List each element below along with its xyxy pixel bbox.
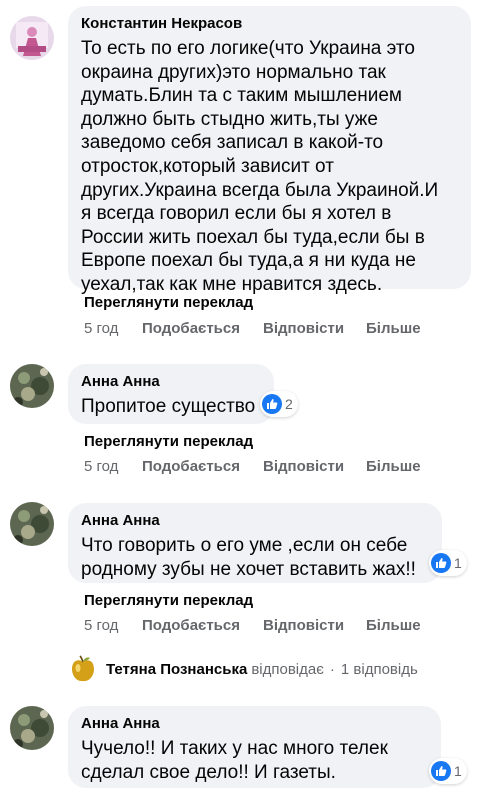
timestamp[interactable]: 5 год: [84, 617, 142, 634]
reaction-badge[interactable]: 1: [429, 758, 467, 784]
comment-line: Что говорить о его уме ,если он себе: [81, 535, 408, 556]
like-button[interactable]: Подобається: [142, 617, 263, 634]
replier-name[interactable]: Тетяна Познанська: [106, 661, 247, 678]
comment-author[interactable]: Анна Анна: [81, 715, 428, 733]
comment-line: думать.Блин та с таким мышлением: [81, 85, 402, 107]
replier-avatar: [68, 654, 98, 684]
reaction-badge[interactable]: 1: [429, 550, 467, 576]
comment-author[interactable]: Анна Анна: [81, 512, 429, 530]
reaction-badge[interactable]: 2: [260, 391, 298, 417]
more-button[interactable]: Більше: [366, 320, 421, 337]
avatar[interactable]: [10, 16, 54, 60]
comment-line: родному зубы не хочет вставить жах!!: [81, 558, 416, 580]
comment-line: Чучело!! И таких у нас много телек: [81, 738, 388, 759]
comment-text: Что говорить о его уме ,если он себе род…: [81, 534, 429, 581]
comment-actions: 5 год Подобається Відповісти Більше: [84, 617, 421, 634]
comment-author[interactable]: Анна Анна: [81, 373, 261, 391]
more-button[interactable]: Більше: [366, 617, 421, 634]
comment-line: России жить поехал бы туда,если бы в: [81, 226, 425, 248]
like-icon: [262, 394, 282, 414]
comment-line: уехал,так как мне нравится здесь.: [81, 273, 383, 295]
comment-actions: 5 год Подобається Відповісти Більше: [84, 320, 421, 337]
avatar[interactable]: [10, 706, 54, 750]
timestamp[interactable]: 5 год: [84, 458, 142, 475]
comment-bubble: Константин Некрасов То есть по его логик…: [68, 6, 471, 295]
comment-text: То есть по его логике(что Украина это ок…: [81, 37, 458, 297]
like-icon: [431, 761, 451, 781]
see-translation-link[interactable]: Переглянути переклад: [84, 592, 253, 609]
comment-line: должно быть стыдно жить,ты уже: [81, 108, 378, 130]
comment-author[interactable]: Константин Некрасов: [81, 15, 458, 33]
like-button[interactable]: Подобається: [142, 458, 263, 475]
comment-line: отросток,который зависит от: [81, 155, 334, 177]
like-button[interactable]: Подобається: [142, 320, 263, 337]
comment-line: сделал свое дело!! И газеты.: [81, 761, 336, 783]
more-button[interactable]: Більше: [366, 458, 421, 475]
comment-text: Пропитое существо: [81, 395, 261, 419]
see-translation-link[interactable]: Переглянути переклад: [84, 433, 253, 450]
reply-verb: відповідає: [251, 660, 324, 678]
reply-button[interactable]: Відповісти: [263, 617, 366, 634]
like-icon: [431, 553, 451, 573]
comment-bubble: Анна Анна Чучело!! И таких у нас много т…: [68, 706, 441, 788]
golden-apple-icon: [72, 655, 94, 682]
comment-line: То есть по его логике(что Украина это: [81, 38, 415, 59]
avatar[interactable]: [10, 364, 54, 408]
reply-button[interactable]: Відповісти: [263, 320, 366, 337]
comment-line: я всегда говорил если бы я хотел в: [81, 203, 392, 225]
reaction-count: 1: [454, 763, 462, 779]
comment-line: заведомо себя записал в какой-то: [81, 132, 384, 154]
comment-line: Европе поехал бы туда,а я ни куда не: [81, 250, 416, 272]
see-translation-link[interactable]: Переглянути переклад: [84, 294, 253, 311]
comment-line: окраина других)это нормально так: [81, 61, 386, 83]
comment-line: других.Украина всегда была Украиной.И: [81, 179, 439, 201]
reaction-count: 2: [285, 396, 293, 412]
comment-bubble: Анна Анна Пропитое существо: [68, 364, 274, 424]
avatar[interactable]: [10, 502, 54, 546]
reaction-count: 1: [454, 555, 462, 571]
reply-count[interactable]: 1 відповідь: [341, 661, 418, 678]
replies-summary[interactable]: Тетяна Познанська відповідає · 1 відпові…: [68, 654, 418, 684]
timestamp[interactable]: 5 год: [84, 320, 142, 337]
comment-text: Чучело!! И таких у нас много телек сдела…: [81, 737, 428, 784]
separator-dot: ·: [329, 660, 335, 678]
comment-bubble: Анна Анна Что говорить о его уме ,если о…: [68, 503, 442, 583]
comment-actions: 5 год Подобається Відповісти Більше: [84, 458, 421, 475]
comment-line: Пропитое существо: [81, 396, 256, 417]
reply-button[interactable]: Відповісти: [263, 458, 366, 475]
